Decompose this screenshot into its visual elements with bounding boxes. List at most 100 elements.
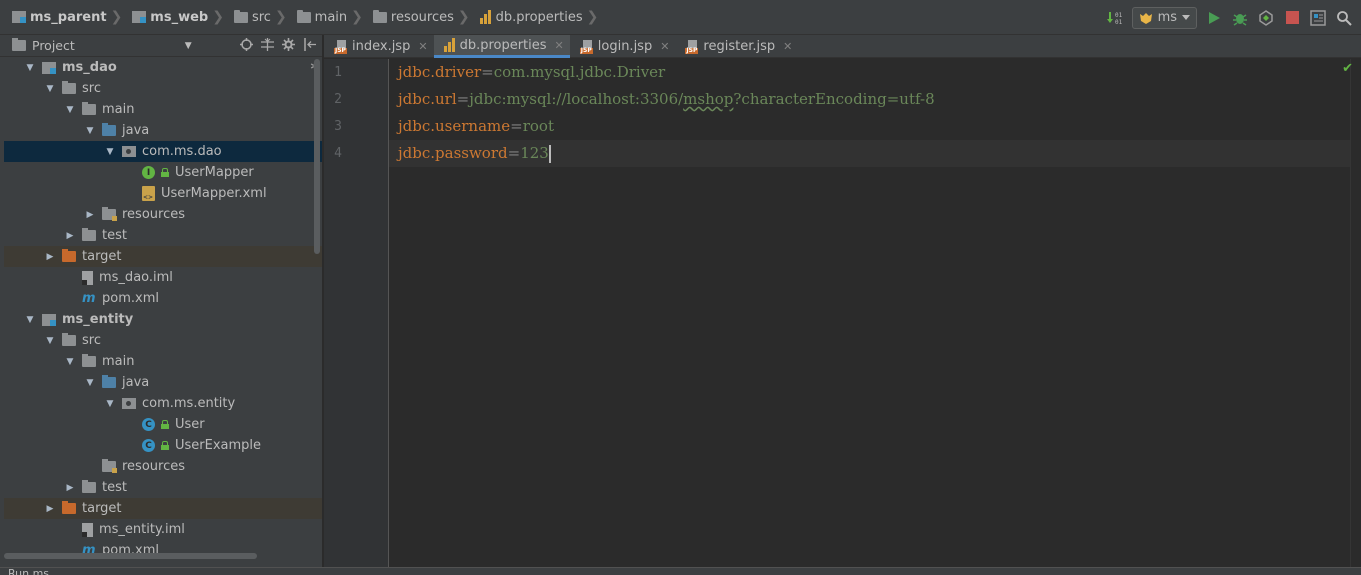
collapse-arrow-icon[interactable]: ▼ (24, 63, 36, 73)
code-line[interactable]: jdbc.driver=com.mysql.jdbc.Driver (398, 59, 665, 86)
tree-node-label: target (82, 249, 122, 264)
collapse-arrow-icon[interactable]: ▼ (64, 105, 76, 115)
tree-node[interactable]: ▼CUserExample (4, 435, 322, 456)
collapse-all-icon[interactable] (261, 38, 274, 51)
tree-vertical-scrollbar[interactable] (314, 59, 320, 254)
tree-node[interactable]: ▶ target (4, 246, 322, 267)
editor-tab[interactable]: login.jsp ✕ (570, 35, 676, 58)
close-icon[interactable]: ✕ (418, 40, 427, 53)
breadcrumb-separator-icon: ❯ (457, 9, 470, 25)
tree-node[interactable]: ▼ main (4, 99, 322, 120)
tree-node[interactable]: ▼ com.ms.dao (4, 141, 322, 162)
run-icon[interactable] (1205, 9, 1223, 27)
expand-arrow-icon[interactable]: ▶ (44, 252, 56, 262)
source-folder-icon (102, 123, 116, 136)
tree-node[interactable]: ▼ ms_entity (4, 309, 322, 330)
tree-horizontal-scrollbar[interactable] (4, 553, 257, 559)
breadcrumb-label: resources (390, 9, 454, 25)
collapse-arrow-icon[interactable]: ▼ (24, 315, 36, 325)
chevron-down-icon[interactable]: ▼ (185, 41, 192, 51)
breadcrumb-item[interactable]: resources ❯ (371, 0, 478, 34)
source-folder-icon (102, 375, 116, 388)
editor-tab[interactable]: index.jsp ✕ (324, 35, 434, 58)
property-key: jdbc.username (398, 117, 511, 135)
typo-underline: mshop (683, 90, 734, 108)
project-structure-icon[interactable] (1309, 9, 1327, 27)
breadcrumb-item[interactable]: ms_web ❯ (130, 0, 232, 34)
tree-node[interactable]: ▼mpom.xml (4, 288, 322, 309)
tree-node-label: UserMapper (175, 165, 254, 180)
tree-node[interactable]: ▼ com.ms.entity (4, 393, 322, 414)
module-icon (42, 61, 56, 74)
collapse-arrow-icon[interactable]: ▼ (84, 126, 96, 136)
expand-arrow-icon[interactable]: ▶ (44, 504, 56, 514)
stop-icon[interactable] (1283, 9, 1301, 27)
tree-node[interactable]: ▶ resources (4, 204, 322, 225)
project-icon (12, 38, 26, 51)
breadcrumb-item[interactable]: ms_parent ❯ (10, 0, 130, 34)
tree-node[interactable]: ▼ src (4, 78, 322, 99)
tree-node[interactable]: ▼ src (4, 330, 322, 351)
editor-tab-label: index.jsp (352, 39, 411, 54)
class-icon: C (142, 439, 155, 452)
collapse-arrow-icon[interactable]: ▼ (84, 378, 96, 388)
tree-node[interactable]: ▶ test (4, 477, 322, 498)
close-icon[interactable]: ✕ (660, 40, 669, 53)
project-panel-header[interactable]: Project ▼ (0, 35, 322, 57)
editor-vertical-scrollbar[interactable] (1350, 59, 1361, 567)
breadcrumb-item[interactable]: src ❯ (232, 0, 295, 34)
expand-arrow-icon[interactable]: ▶ (64, 231, 76, 241)
iml-file-icon (82, 522, 93, 537)
project-tree[interactable]: ▼ ms_dao ▼ src ▼ main ▼ java ▼ com.ms.dao ▼ I UserMa… (0, 57, 322, 567)
tree-node[interactable]: ▼ main (4, 351, 322, 372)
expand-arrow-icon[interactable]: ▶ (84, 210, 96, 220)
tree-node[interactable]: ▼UserMapper.xml (4, 183, 322, 204)
tree-node-label: src (82, 333, 101, 348)
collapse-arrow-icon[interactable]: ▼ (104, 147, 116, 157)
folder-icon (233, 9, 248, 23)
breadcrumb-item[interactable]: db.properties ❯ (478, 0, 607, 34)
hide-panel-icon[interactable] (304, 38, 316, 51)
debug-icon[interactable] (1231, 9, 1249, 27)
property-key: jdbc.password (398, 144, 508, 162)
tree-node[interactable]: ▼ java (4, 372, 322, 393)
close-icon[interactable]: ✕ (555, 39, 564, 52)
editor-tab[interactable]: db.properties ✕ (433, 35, 570, 58)
code-line[interactable]: jdbc.url=jdbc:mysql://localhost:3306/msh… (398, 86, 935, 113)
close-icon[interactable]: ✕ (783, 40, 792, 53)
code-line[interactable]: jdbc.username=root (398, 113, 554, 140)
editor-tab-label: db.properties (459, 37, 547, 53)
tree-node[interactable]: ▼ms_dao.iml (4, 267, 322, 288)
coverage-icon[interactable] (1257, 9, 1275, 27)
editor-tabs: index.jsp✕db.properties✕login.jsp✕regist… (324, 35, 1361, 58)
expand-arrow-icon[interactable]: ▶ (64, 483, 76, 493)
tree-node[interactable]: ▼CUser (4, 414, 322, 435)
tree-node[interactable]: ▼resources (4, 456, 322, 477)
collapse-arrow-icon[interactable]: ▼ (44, 84, 56, 94)
breadcrumb-item[interactable]: main ❯ (295, 0, 371, 34)
locate-file-icon[interactable] (240, 38, 253, 51)
tree-node[interactable]: ▼IUserMapper (4, 162, 322, 183)
navigation-bar: ms_parent ❯ ms_web ❯ src ❯ main ❯ resources ❯ db.p… (0, 0, 1361, 35)
run-tool-window-tab[interactable]: Run ms (8, 568, 49, 575)
run-configuration-select[interactable]: ms (1131, 6, 1197, 29)
tree-node[interactable]: ▼ java (4, 120, 322, 141)
tree-node[interactable]: ▶ target (4, 498, 322, 519)
tree-node[interactable]: ▼ms_entity.iml (4, 519, 322, 540)
editor-gutter[interactable]: 1 2 3 4 (324, 59, 389, 567)
gear-icon[interactable] (282, 38, 296, 51)
editor-tab[interactable]: register.jsp ✕ (675, 35, 798, 58)
code-editor[interactable]: jdbc.driver=com.mysql.jdbc.Driver jdbc.ur… (389, 59, 1361, 567)
tree-node[interactable]: ▼ ms_dao (4, 57, 322, 78)
text-caret (548, 145, 551, 163)
collapse-arrow-icon[interactable]: ▼ (44, 336, 56, 346)
editor-tab-label: login.jsp (597, 39, 653, 54)
breadcrumb-separator-icon: ❯ (110, 9, 123, 25)
search-everywhere-icon[interactable] (1335, 9, 1353, 27)
build-icon[interactable]: 01 01 (1106, 9, 1124, 27)
line-number: 3 (334, 119, 342, 134)
collapse-arrow-icon[interactable]: ▼ (64, 357, 76, 367)
code-line[interactable]: jdbc.password=123 (389, 140, 1350, 167)
collapse-arrow-icon[interactable]: ▼ (104, 399, 116, 409)
tree-node[interactable]: ▶ test (4, 225, 322, 246)
